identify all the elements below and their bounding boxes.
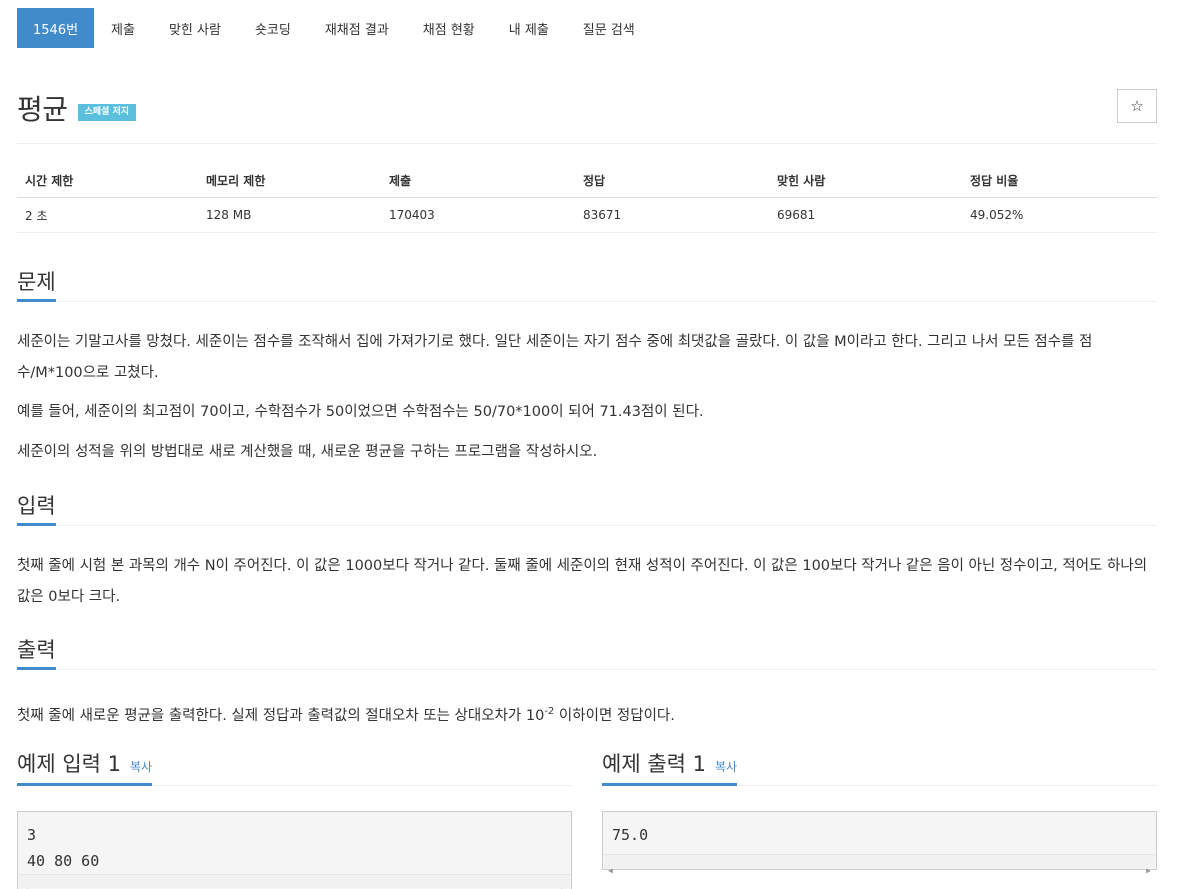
tab-question-search[interactable]: 질문 검색	[566, 8, 652, 48]
example-output-copy-button[interactable]: 복사	[715, 758, 737, 775]
tab-short-coding[interactable]: 숏코딩	[238, 8, 308, 48]
example-input-header: 예제 입력 1 복사	[17, 748, 572, 786]
scroll-left-arrow-icon[interactable]: ◀	[23, 878, 28, 889]
problem-paragraph-2: 예를 들어, 세준이의 최고점이 70이고, 수학점수가 50이었으면 수학점수…	[17, 404, 704, 420]
output-text-before: 첫째 줄에 새로운 평균을 출력한다. 실제 정답과 출력값의 절대오차 또는 …	[17, 707, 545, 724]
stats-header-accepted: 정답	[583, 174, 606, 188]
example-output-box[interactable]: 75.0 ◀ ▶	[602, 811, 1157, 875]
stats-time-limit: 2 초	[25, 208, 48, 223]
stats-value-row: 2 초 128 MB 170403 83671 69681 49.052%	[17, 198, 1157, 233]
example-input-title: 예제 입력 1	[17, 752, 121, 776]
problem-heading: 문제	[17, 266, 56, 302]
stats-solved-users: 69681	[777, 208, 816, 222]
tab-problem-label: 1546번	[33, 22, 79, 38]
special-judge-badge: 스페셜 저지	[77, 103, 137, 121]
example-input-box[interactable]: 3 40 80 60 ◀ ▶	[17, 811, 572, 889]
input-heading: 입력	[17, 490, 56, 526]
example-input-scrollbar[interactable]: ◀ ▶	[19, 874, 570, 889]
stats-memory-limit: 128 MB	[206, 208, 252, 222]
stats-header-memory-limit: 메모리 제한	[206, 174, 266, 188]
output-description: 첫째 줄에 새로운 평균을 출력한다. 실제 정답과 출력값의 절대오차 또는 …	[17, 696, 1157, 732]
title-divider	[17, 143, 1157, 144]
stats-accept-ratio: 49.052%	[970, 208, 1024, 222]
problem-section-header: 문제	[17, 266, 1157, 302]
output-exponent: -2	[544, 706, 555, 717]
stats-header-solved-users: 맞힌 사람	[777, 174, 826, 188]
example-output-scrollbar[interactable]: ◀ ▶	[604, 854, 1155, 875]
favorite-star-button[interactable]: ☆	[1117, 89, 1157, 123]
output-heading: 출력	[17, 634, 56, 670]
scroll-left-arrow-icon[interactable]: ◀	[608, 858, 613, 884]
star-icon: ☆	[1130, 97, 1144, 115]
input-description: 첫째 줄에 시험 본 과목의 개수 N이 주어진다. 이 값은 1000보다 작…	[17, 558, 1148, 605]
example-output-content: 75.0	[612, 826, 649, 844]
input-section-header: 입력	[17, 490, 1157, 526]
problem-paragraph-1: 세준이는 기말고사를 망쳤다. 세준이는 점수를 조작해서 집에 가져가기로 했…	[17, 334, 1093, 381]
stats-submissions: 170403	[389, 208, 435, 222]
example-output-title-wrap: 예제 출력 1 복사	[602, 748, 738, 786]
tab-rejudge-result[interactable]: 재채점 결과	[308, 8, 406, 48]
stats-accepted: 83671	[583, 208, 622, 222]
tab-judge-status[interactable]: 채점 현황	[406, 8, 492, 48]
example-input-content: 3 40 80 60	[27, 826, 100, 870]
title-row: 평균 스페셜 저지	[17, 88, 137, 128]
scroll-right-arrow-icon[interactable]: ▶	[1146, 858, 1151, 884]
stats-header-time-limit: 시간 제한	[25, 174, 74, 188]
tab-submit[interactable]: 제출	[94, 8, 152, 48]
page-title: 평균	[17, 93, 68, 126]
scroll-right-arrow-icon[interactable]: ▶	[561, 878, 566, 889]
stats-header-row: 시간 제한 메모리 제한 제출 정답 맞힌 사람 정답 비율	[17, 164, 1157, 198]
output-section-header: 출력	[17, 634, 1157, 670]
stats-header-accept-ratio: 정답 비율	[970, 174, 1019, 188]
problem-stats-table: 시간 제한 메모리 제한 제출 정답 맞힌 사람 정답 비율 2 초 128 M…	[17, 164, 1157, 233]
example-input-title-wrap: 예제 입력 1 복사	[17, 748, 153, 786]
problem-nav: 1546번 제출 맞힌 사람 숏코딩 재채점 결과 채점 현황 내 제출 질문 …	[17, 8, 652, 48]
tab-my-submissions[interactable]: 내 제출	[492, 8, 566, 48]
tab-solved-users[interactable]: 맞힌 사람	[152, 8, 238, 48]
stats-header-submissions: 제출	[389, 174, 412, 188]
problem-paragraph-3: 세준이의 성적을 위의 방법대로 새로 계산했을 때, 새로운 평균을 구하는 …	[17, 444, 598, 460]
output-text-after: 이하이면 정답이다.	[554, 707, 675, 724]
example-output-header: 예제 출력 1 복사	[602, 748, 1157, 786]
example-output-title: 예제 출력 1	[602, 752, 706, 776]
tab-problem[interactable]: 1546번	[17, 8, 95, 48]
example-input-copy-button[interactable]: 복사	[130, 758, 152, 775]
